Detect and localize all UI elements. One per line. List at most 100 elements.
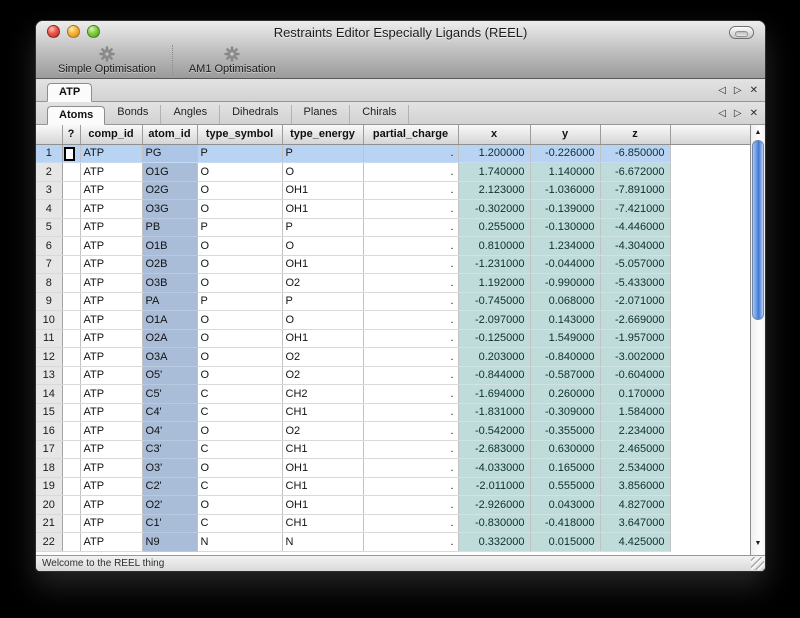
row-number[interactable]: 18 [36, 459, 62, 478]
tab-angles[interactable]: Angles [161, 105, 220, 124]
cell-z[interactable]: 3.647000 [600, 514, 670, 533]
simple-optimisation-button[interactable]: Simple Optimisation [44, 46, 170, 75]
table-row[interactable]: 10ATPO1AOO.-2.0970000.143000-2.669000 [36, 311, 750, 330]
cell-atom-id[interactable]: O1A [142, 311, 197, 330]
table-row[interactable]: 11ATPO2AOOH1.-0.1250001.549000-1.957000 [36, 329, 750, 348]
cell-type-energy[interactable]: OH1 [282, 255, 363, 274]
tab-scroll-left-icon[interactable]: ◁ [718, 85, 726, 96]
cell-comp-id[interactable]: ATP [80, 311, 142, 330]
cell-atom-id[interactable]: PB [142, 218, 197, 237]
cell-y[interactable]: -0.226000 [530, 144, 600, 163]
cell-y[interactable]: -0.130000 [530, 218, 600, 237]
cell-partial-charge[interactable]: . [363, 440, 458, 459]
cell-partial-charge[interactable]: . [363, 292, 458, 311]
cell-type-symbol[interactable]: O [197, 329, 282, 348]
cell-type-energy[interactable]: OH1 [282, 200, 363, 219]
cell-select[interactable] [62, 440, 80, 459]
cell-select[interactable] [62, 311, 80, 330]
tab-scroll-right-icon[interactable]: ▷ [734, 108, 742, 119]
cell-type-symbol[interactable]: N [197, 533, 282, 552]
cell-comp-id[interactable]: ATP [80, 477, 142, 496]
cell-select[interactable] [62, 514, 80, 533]
cell-select[interactable] [62, 366, 80, 385]
cell-select[interactable] [62, 200, 80, 219]
cell-comp-id[interactable]: ATP [80, 403, 142, 422]
cell-type-energy[interactable]: P [282, 292, 363, 311]
cell-select[interactable] [62, 403, 80, 422]
cell-partial-charge[interactable]: . [363, 477, 458, 496]
table-row[interactable]: 4ATPO3GOOH1.-0.302000-0.139000-7.421000 [36, 200, 750, 219]
cell-type-symbol[interactable]: O [197, 255, 282, 274]
cell-partial-charge[interactable]: . [363, 181, 458, 200]
cell-type-energy[interactable]: CH2 [282, 385, 363, 404]
cell-partial-charge[interactable]: . [363, 144, 458, 163]
cell-x[interactable]: -4.033000 [458, 459, 530, 478]
cell-y[interactable]: -0.044000 [530, 255, 600, 274]
tab-close-icon[interactable]: ✕ [750, 108, 758, 119]
cell-type-symbol[interactable]: O [197, 496, 282, 515]
cell-z[interactable]: -7.891000 [600, 181, 670, 200]
cell-partial-charge[interactable]: . [363, 496, 458, 515]
cell-atom-id[interactable]: O3B [142, 274, 197, 293]
cell-x[interactable]: -2.011000 [458, 477, 530, 496]
cell-partial-charge[interactable]: . [363, 200, 458, 219]
cell-x[interactable]: -0.542000 [458, 422, 530, 441]
cell-atom-id[interactable]: C5' [142, 385, 197, 404]
cell-z[interactable]: 0.170000 [600, 385, 670, 404]
cell-atom-id[interactable]: PA [142, 292, 197, 311]
table-row[interactable]: 15ATPC4'CCH1.-1.831000-0.3090001.584000 [36, 403, 750, 422]
cell-z[interactable]: 1.584000 [600, 403, 670, 422]
am1-optimisation-button[interactable]: AM1 Optimisation [175, 46, 290, 75]
tab-planes[interactable]: Planes [292, 105, 351, 124]
cell-type-symbol[interactable]: P [197, 218, 282, 237]
cell-type-energy[interactable]: CH1 [282, 477, 363, 496]
cell-atom-id[interactable]: O4' [142, 422, 197, 441]
cell-select[interactable] [62, 237, 80, 256]
table-row[interactable]: 7ATPO2BOOH1.-1.231000-0.044000-5.057000 [36, 255, 750, 274]
cell-y[interactable]: -0.990000 [530, 274, 600, 293]
cell-atom-id[interactable]: PG [142, 144, 197, 163]
scroll-down-icon[interactable]: ▼ [751, 539, 765, 549]
cell-y[interactable]: -0.587000 [530, 366, 600, 385]
cell-z[interactable]: -2.071000 [600, 292, 670, 311]
cell-type-energy[interactable]: O2 [282, 348, 363, 367]
cell-type-symbol[interactable]: O [197, 311, 282, 330]
table-row[interactable]: 6ATPO1BOO.0.8100001.234000-4.304000 [36, 237, 750, 256]
cell-comp-id[interactable]: ATP [80, 255, 142, 274]
tab-atp[interactable]: ATP [47, 83, 92, 102]
cell-y[interactable]: -1.036000 [530, 181, 600, 200]
table-row[interactable]: 16ATPO4'OO2.-0.542000-0.3550002.234000 [36, 422, 750, 441]
cell-comp-id[interactable]: ATP [80, 200, 142, 219]
row-number[interactable]: 7 [36, 255, 62, 274]
cell-comp-id[interactable]: ATP [80, 459, 142, 478]
cell-comp-id[interactable]: ATP [80, 496, 142, 515]
cell-partial-charge[interactable]: . [363, 459, 458, 478]
toolbar-toggle-button[interactable] [729, 26, 754, 39]
row-number[interactable]: 19 [36, 477, 62, 496]
cell-partial-charge[interactable]: . [363, 514, 458, 533]
cell-y[interactable]: 1.549000 [530, 329, 600, 348]
cell-comp-id[interactable]: ATP [80, 181, 142, 200]
cell-atom-id[interactable]: O3G [142, 200, 197, 219]
cell-comp-id[interactable]: ATP [80, 348, 142, 367]
cell-type-symbol[interactable]: O [197, 422, 282, 441]
cell-x[interactable]: -2.097000 [458, 311, 530, 330]
cell-type-symbol[interactable]: C [197, 440, 282, 459]
cell-comp-id[interactable]: ATP [80, 533, 142, 552]
cell-comp-id[interactable]: ATP [80, 237, 142, 256]
cell-partial-charge[interactable]: . [363, 237, 458, 256]
row-number[interactable]: 15 [36, 403, 62, 422]
cell-type-symbol[interactable]: O [197, 181, 282, 200]
cell-type-symbol[interactable]: C [197, 385, 282, 404]
tab-atoms[interactable]: Atoms [47, 106, 105, 125]
tab-close-icon[interactable]: ✕ [750, 85, 758, 96]
cell-type-symbol[interactable]: O [197, 366, 282, 385]
cell-y[interactable]: -0.309000 [530, 403, 600, 422]
table-row[interactable]: 22ATPN9NN.0.3320000.0150004.425000 [36, 533, 750, 552]
cell-type-energy[interactable]: OH1 [282, 181, 363, 200]
row-number[interactable]: 13 [36, 366, 62, 385]
cell-comp-id[interactable]: ATP [80, 422, 142, 441]
cell-type-symbol[interactable]: P [197, 144, 282, 163]
cell-x[interactable]: -0.125000 [458, 329, 530, 348]
cell-atom-id[interactable]: N9 [142, 533, 197, 552]
